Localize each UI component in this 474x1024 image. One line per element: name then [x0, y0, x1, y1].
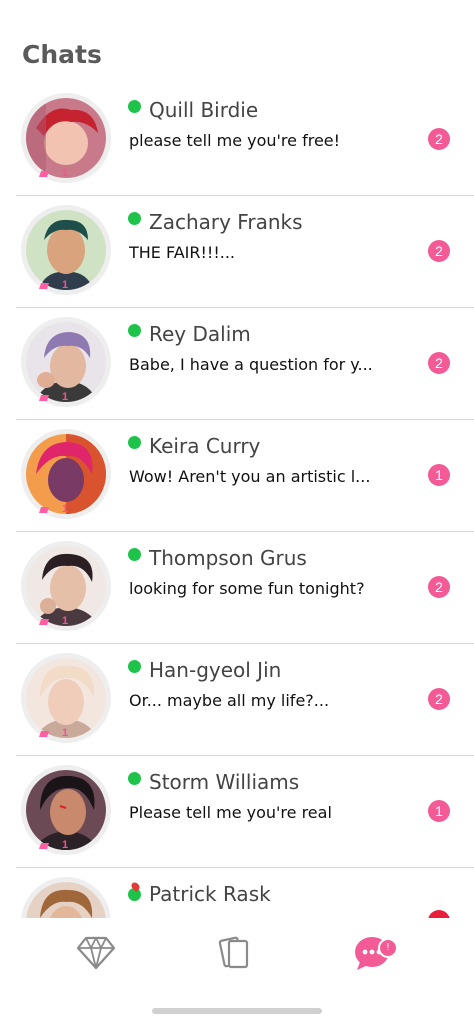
level-tag: [38, 619, 50, 625]
level-tag: [38, 171, 50, 177]
online-status-icon: [128, 100, 141, 113]
unread-badge: 2: [428, 240, 450, 262]
online-status-icon: [128, 436, 141, 449]
message-preview: Or... maybe all my life?...: [129, 691, 330, 710]
avatar-frame: 1: [21, 653, 111, 743]
chat-row-storm-williams[interactable]: 1 Storm Williams Please tell me you're r…: [16, 756, 474, 868]
nav-notification-badge: !: [378, 938, 398, 958]
chat-row-patrick-rask[interactable]: Patrick Rask: [16, 868, 474, 920]
avatar: [26, 770, 106, 850]
home-indicator[interactable]: [152, 1008, 322, 1014]
online-status-icon: [128, 548, 141, 561]
nav-diamond-button[interactable]: [66, 930, 126, 980]
level-number: 1: [62, 615, 69, 627]
avatar: [26, 210, 106, 290]
chat-row-rey-dalim[interactable]: 1 Rey Dalim Babe, I have a question for …: [16, 308, 474, 420]
unread-badge: 2: [428, 352, 450, 374]
avatar: [26, 658, 106, 738]
message-preview: Babe, I have a question for y...: [129, 355, 373, 374]
unread-badge: 2: [428, 688, 450, 710]
chat-row-zachary-franks[interactable]: 1 Zachary Franks THE FAIR!!!... 2: [16, 196, 474, 308]
online-status-icon: [128, 772, 141, 785]
avatar-frame: 1: [21, 429, 111, 519]
message-preview: please tell me you're free!: [129, 131, 341, 150]
level-number: 1: [62, 503, 69, 515]
bottom-navigation: !: [0, 918, 474, 998]
contact-name: Thompson Grus: [149, 546, 307, 570]
level-tag: [38, 283, 50, 289]
nav-cards-button[interactable]: [204, 930, 264, 980]
contact-name: Keira Curry: [149, 434, 261, 458]
cards-icon: [214, 933, 254, 977]
unread-badge: 1: [428, 800, 450, 822]
level-number: 1: [62, 727, 69, 739]
contact-name: Storm Williams: [149, 770, 300, 794]
level-tag: [38, 507, 50, 513]
avatar-frame: 1: [21, 93, 111, 183]
message-preview: THE FAIR!!!...: [129, 243, 236, 262]
chat-row-thompson-grus[interactable]: 1 Thompson Grus looking for some fun ton…: [16, 532, 474, 644]
avatar: [26, 434, 106, 514]
online-status-icon: [128, 212, 141, 225]
avatar: [26, 322, 106, 402]
avatar: [26, 882, 106, 920]
level-number: 1: [62, 839, 69, 851]
avatar-frame: 1: [21, 205, 111, 295]
avatar: [26, 546, 106, 626]
level-tag: [38, 843, 50, 849]
contact-name: Zachary Franks: [149, 210, 303, 234]
avatar: [26, 98, 106, 178]
diamond-icon: [76, 935, 116, 975]
avatar-frame: 1: [21, 317, 111, 407]
message-preview: Please tell me you're real: [129, 803, 332, 822]
online-status-icon: [128, 324, 141, 337]
avatar-frame: [21, 877, 111, 920]
unread-badge: 2: [428, 128, 450, 150]
unread-badge: 2: [428, 576, 450, 598]
contact-name: Rey Dalim: [149, 322, 251, 346]
avatar-frame: 1: [21, 541, 111, 631]
level-number: 1: [62, 167, 69, 179]
level-number: 1: [62, 391, 69, 403]
chat-row-quill-birdie[interactable]: 1 Quill Birdie please tell me you're fre…: [16, 84, 474, 196]
contact-name: Patrick Rask: [149, 882, 271, 906]
contact-name: Quill Birdie: [149, 98, 259, 122]
chat-row-keira-curry[interactable]: 1 Keira Curry Wow! Aren't you an artisti…: [16, 420, 474, 532]
page-title: Chats: [22, 40, 102, 69]
contact-name: Han-gyeol Jin: [149, 658, 282, 682]
avatar-frame: 1: [21, 765, 111, 855]
message-preview: Wow! Aren't you an artistic l...: [129, 467, 371, 486]
message-preview: looking for some fun tonight?: [129, 579, 365, 598]
unread-badge: 1: [428, 464, 450, 486]
level-tag: [38, 395, 50, 401]
chat-row-han-gyeol-jin[interactable]: 1 Han-gyeol Jin Or... maybe all my life?…: [16, 644, 474, 756]
online-status-icon: [128, 660, 141, 673]
level-number: 1: [62, 279, 69, 291]
chat-list: 1 Quill Birdie please tell me you're fre…: [0, 84, 474, 920]
level-tag: [38, 731, 50, 737]
